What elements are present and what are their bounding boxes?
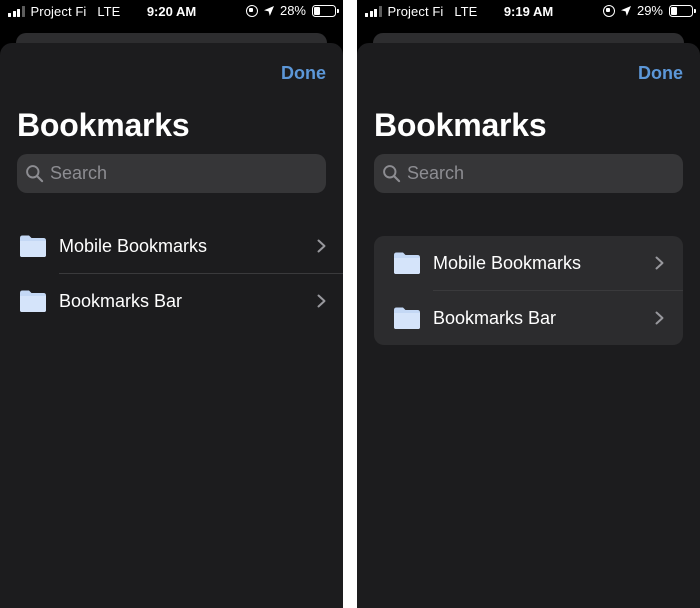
chevron-right-icon <box>655 311 664 325</box>
chevron-right-icon <box>317 239 326 253</box>
folder-icon <box>394 307 420 329</box>
search-bar[interactable] <box>374 154 683 193</box>
search-bar[interactable] <box>17 154 326 193</box>
bookmarks-sheet: Done Bookmarks Mobile Bookmarks <box>357 43 700 608</box>
search-icon <box>383 165 401 183</box>
chevron-right-icon <box>317 294 326 308</box>
folder-label: Bookmarks Bar <box>433 307 557 328</box>
search-input[interactable] <box>50 163 326 184</box>
status-bar: Project Fi LTE 9:20 AM 28% <box>0 0 343 24</box>
battery-percent: 28% <box>279 3 306 18</box>
list-item-bookmarks-bar[interactable]: Bookmarks Bar <box>0 274 343 328</box>
done-button[interactable]: Done <box>638 63 683 84</box>
screenshot-left-plain-list: Project Fi LTE 9:20 AM 28% Done Bookmark… <box>0 0 343 608</box>
chevron-right-icon <box>655 256 664 270</box>
screenshot-right-grouped-list: Project Fi LTE 9:19 AM 29% Done Bookmark… <box>357 0 700 608</box>
battery-icon <box>669 4 696 17</box>
bookmark-folder-list: Mobile Bookmarks Bookmarks Bar <box>374 236 683 345</box>
orientation-lock-icon <box>245 4 258 17</box>
location-arrow-icon <box>263 5 274 16</box>
battery-level <box>671 6 677 15</box>
battery-level <box>314 6 320 15</box>
list-item-bookmarks-bar[interactable]: Bookmarks Bar <box>374 291 683 345</box>
battery-icon <box>312 4 339 17</box>
bookmark-folder-list: Mobile Bookmarks Bookmarks Bar <box>0 219 343 328</box>
folder-label: Mobile Bookmarks <box>59 235 208 256</box>
folder-icon <box>20 235 46 257</box>
search-input[interactable] <box>407 163 683 184</box>
folder-icon <box>20 290 46 312</box>
orientation-lock-icon <box>602 4 615 17</box>
bookmarks-sheet: Done Bookmarks Mobile Bookmarks <box>0 43 343 608</box>
list-item-mobile-bookmarks[interactable]: Mobile Bookmarks <box>374 236 683 290</box>
search-icon <box>26 165 44 183</box>
folder-label: Mobile Bookmarks <box>433 252 582 273</box>
page-title: Bookmarks <box>17 107 190 143</box>
page-title: Bookmarks <box>374 107 547 143</box>
location-arrow-icon <box>620 5 631 16</box>
done-button[interactable]: Done <box>281 63 326 84</box>
folder-icon <box>394 252 420 274</box>
folder-label: Bookmarks Bar <box>59 290 183 311</box>
battery-percent: 29% <box>636 3 663 18</box>
status-bar: Project Fi LTE 9:19 AM 29% <box>357 0 700 24</box>
list-item-mobile-bookmarks[interactable]: Mobile Bookmarks <box>0 219 343 273</box>
